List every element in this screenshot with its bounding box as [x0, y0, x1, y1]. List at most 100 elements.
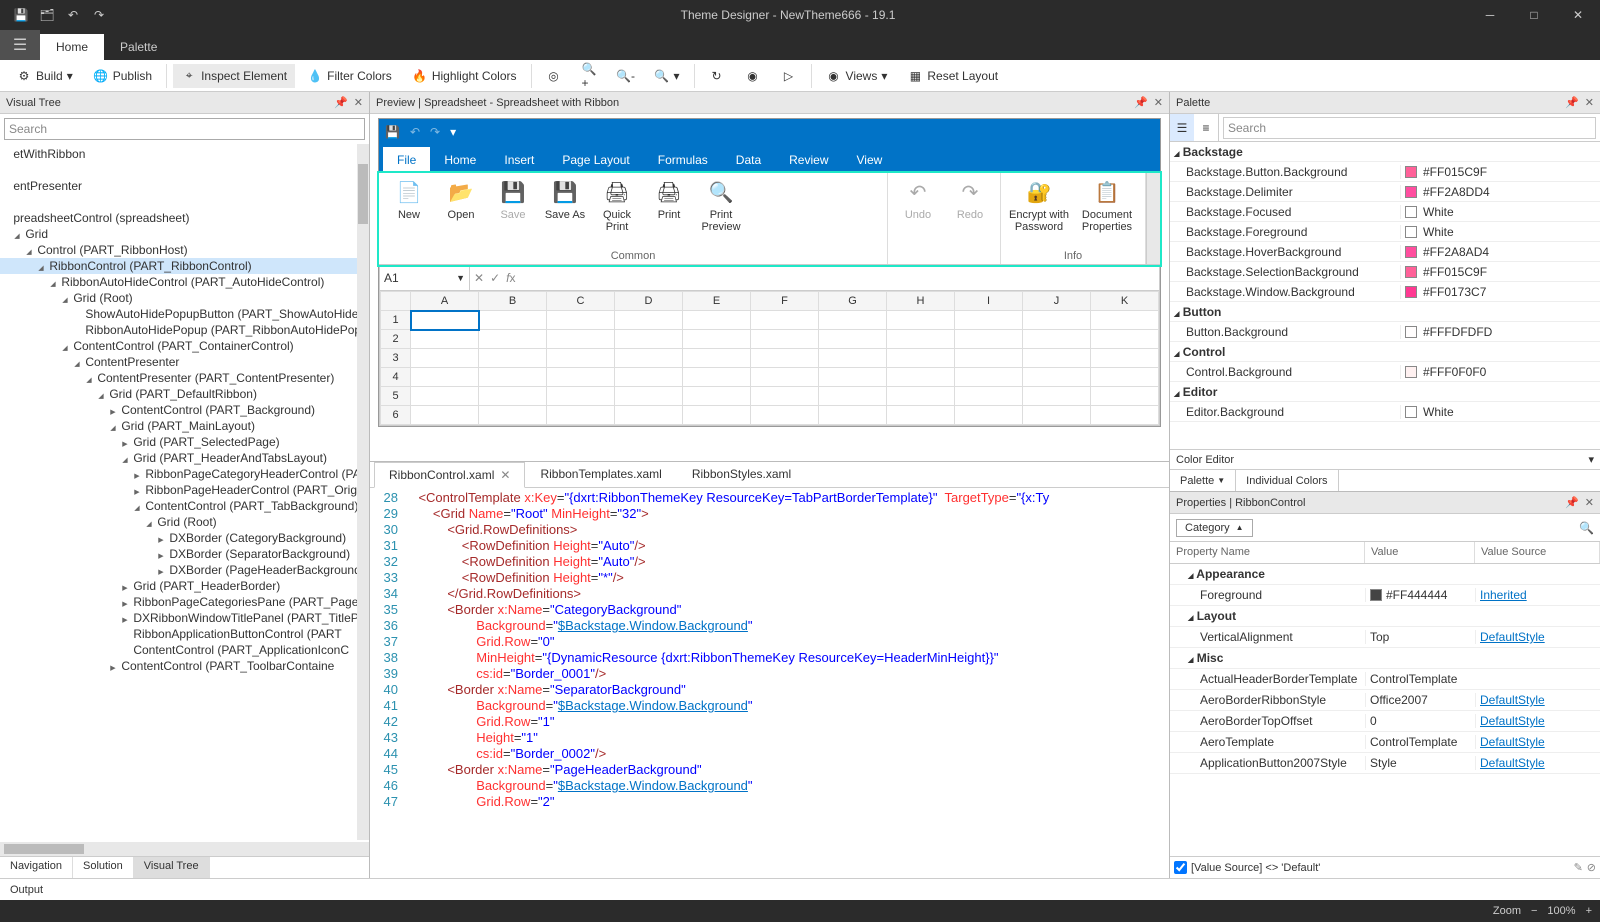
tree-scrollbar-v[interactable] [357, 144, 369, 828]
tree-node[interactable]: ContentPresenter [0, 354, 357, 370]
close-panel-icon[interactable]: ✕ [1154, 96, 1163, 109]
rbtn-print[interactable]: 🖨Print [645, 177, 693, 223]
rbtn-printpreview[interactable]: 🔍Print Preview [697, 177, 745, 235]
minimize-icon[interactable]: ─ [1468, 0, 1512, 30]
code-tab-1[interactable]: RibbonControl.xaml✕ [374, 462, 525, 488]
tree-node[interactable]: DXRibbonWindowTitlePanel (PART_TitleP [0, 610, 357, 626]
enter-icon[interactable]: ✓ [490, 271, 500, 285]
build-button[interactable]: ⚙Build▾ [8, 64, 81, 88]
highlight-colors-button[interactable]: 🔥Highlight Colors [404, 64, 525, 88]
play-icon[interactable]: ▷ [773, 64, 805, 88]
prop-row[interactable]: ApplicationButton2007StyleStyleDefaultSt… [1170, 753, 1600, 774]
record-icon[interactable]: ◉ [737, 64, 769, 88]
tab-visual-tree[interactable]: Visual Tree [134, 857, 210, 878]
rbtn-encrypt[interactable]: 🔐Encrypt with Password [1007, 177, 1071, 235]
preview-tab-data[interactable]: Data [722, 147, 775, 173]
rbtn-quickprint[interactable]: 🖨Quick Print [593, 177, 641, 235]
close-tab-icon[interactable]: ✕ [500, 468, 510, 482]
palette-search[interactable]: Search [1223, 117, 1596, 139]
tree-node[interactable]: ContentControl (PART_ApplicationIconC [0, 642, 357, 658]
zoom-dropdown[interactable]: 🔍▾ [646, 64, 688, 88]
qat-undo-icon[interactable]: ↶ [64, 6, 82, 24]
tree-node[interactable]: RibbonApplicationButtonControl (PART [0, 626, 357, 642]
preview-tab-home[interactable]: Home [430, 147, 490, 173]
tree-node[interactable]: preadsheetControl (spreadsheet) [0, 210, 357, 226]
close-panel-icon[interactable]: ✕ [354, 96, 363, 109]
footer-clear-icon[interactable]: ⊘ [1587, 861, 1596, 874]
rbtn-undo[interactable]: ↶Undo [894, 177, 942, 223]
tree-node[interactable]: RibbonPageHeaderControl (PART_Origi [0, 482, 357, 498]
palette-item[interactable]: Backstage.Button.Background#FF015C9F [1170, 162, 1600, 182]
prop-row[interactable]: AeroBorderRibbonStyleOffice2007DefaultSt… [1170, 690, 1600, 711]
prop-group[interactable]: Layout [1170, 606, 1600, 627]
tree-node[interactable]: Grid (PART_DefaultRibbon) [0, 386, 357, 402]
rbtn-new[interactable]: 📄New [385, 177, 433, 223]
prop-row[interactable]: AeroBorderTopOffset0DefaultStyle [1170, 711, 1600, 732]
code-editor[interactable]: 2829303132333435363738394041424344454647… [370, 488, 1169, 878]
palette-group[interactable]: Control [1170, 342, 1600, 362]
tree-node[interactable]: Control (PART_RibbonHost) [0, 242, 357, 258]
rbtn-docprops[interactable]: 📋Document Properties [1075, 177, 1139, 235]
preview-tab-file[interactable]: File [383, 147, 430, 173]
rbtn-open[interactable]: 📂Open [437, 177, 485, 223]
qat-redo-icon[interactable]: ↷ [90, 6, 108, 24]
color-editor-header[interactable]: Color Editor▾ [1170, 449, 1600, 469]
palette-list[interactable]: BackstageBackstage.Button.Background#FF0… [1170, 142, 1600, 449]
tree-node[interactable]: ContentControl (PART_ContainerControl) [0, 338, 357, 354]
tree-node[interactable]: RibbonControl (PART_RibbonControl) [0, 258, 357, 274]
tree-node[interactable]: Grid (PART_SelectedPage) [0, 434, 357, 450]
prop-row[interactable]: Foreground#FF444444Inherited [1170, 585, 1600, 606]
tree-node[interactable]: Grid (Root) [0, 514, 357, 530]
publish-button[interactable]: 🌐Publish [85, 64, 160, 88]
close-panel-icon[interactable]: ✕ [1585, 496, 1594, 509]
preview-tab-formulas[interactable]: Formulas [644, 147, 722, 173]
palette-item[interactable]: Backstage.Window.Background#FF0173C7 [1170, 282, 1600, 302]
tree-node[interactable]: Grid (Root) [0, 290, 357, 306]
fx-icon[interactable]: fx [506, 271, 515, 285]
palette-item[interactable]: Button.Background#FFFDFDFD [1170, 322, 1600, 342]
palette-grid-view-icon[interactable]: ≡ [1194, 114, 1218, 141]
palette-item[interactable]: Editor.BackgroundWhite [1170, 402, 1600, 422]
spreadsheet-grid[interactable]: ABCDEFGHIJK123456 [379, 291, 1160, 426]
tree-node[interactable]: ShowAutoHidePopupButton (PART_ShowAutoHi… [0, 306, 357, 322]
tree-node[interactable]: RibbonPageCategoriesPane (PART_Page [0, 594, 357, 610]
prop-group[interactable]: Appearance [1170, 564, 1600, 585]
palette-item[interactable]: Backstage.SelectionBackground#FF015C9F [1170, 262, 1600, 282]
footer-edit-icon[interactable]: ✎ [1574, 861, 1583, 874]
tree-node[interactable]: RibbonAutoHideControl (PART_AutoHideCont… [0, 274, 357, 290]
tree-node[interactable]: DXBorder (SeparatorBackground) [0, 546, 357, 562]
tool-icon-1[interactable]: ◎ [538, 64, 570, 88]
prop-row[interactable]: AeroTemplateControlTemplateDefaultStyle [1170, 732, 1600, 753]
props-search-icon[interactable]: 🔍 [1579, 521, 1594, 535]
tree-node[interactable]: DXBorder (CategoryBackground) [0, 530, 357, 546]
pin-icon[interactable]: 📌 [1565, 96, 1579, 109]
rbtn-redo[interactable]: ↷Redo [946, 177, 994, 223]
pin-icon[interactable]: 📌 [1565, 496, 1579, 509]
tab-home[interactable]: Home [40, 34, 104, 60]
palette-group[interactable]: Backstage [1170, 142, 1600, 162]
preview-redo-icon[interactable]: ↷ [430, 125, 440, 139]
tree-node[interactable]: ContentControl (PART_ToolbarContaine [0, 658, 357, 674]
preview-tab-review[interactable]: Review [775, 147, 842, 173]
visual-tree[interactable]: etWithRibbon entPresenter preadsheetCont… [0, 144, 369, 842]
tree-node[interactable] [0, 162, 357, 178]
tree-node[interactable]: RibbonAutoHidePopup (PART_RibbonAutoHide… [0, 322, 357, 338]
filter-checkbox[interactable] [1174, 861, 1187, 874]
zoom-in-button[interactable]: + [1586, 905, 1592, 917]
tab-solution[interactable]: Solution [73, 857, 134, 878]
pin-icon[interactable]: 📌 [334, 96, 348, 109]
formula-bar[interactable]: ✕✓fx [470, 271, 1159, 285]
prop-row[interactable]: ActualHeaderBorderTemplateControlTemplat… [1170, 669, 1600, 690]
qat-saveall-icon[interactable]: 🗂 [38, 6, 56, 24]
output-tab[interactable]: Output [0, 881, 53, 899]
zoom-out-icon[interactable]: 🔍- [610, 64, 642, 88]
filter-colors-button[interactable]: 💧Filter Colors [299, 64, 400, 88]
tab-palette[interactable]: Palette [104, 34, 173, 60]
code-tab-3[interactable]: RibbonStyles.xaml [677, 461, 806, 487]
tree-node[interactable]: Grid (PART_HeaderAndTabsLayout) [0, 450, 357, 466]
prop-row[interactable]: VerticalAlignmentTopDefaultStyle [1170, 627, 1600, 648]
tree-node[interactable]: ContentPresenter (PART_ContentPresenter) [0, 370, 357, 386]
preview-tab-insert[interactable]: Insert [490, 147, 548, 173]
preview-save-icon[interactable]: 💾 [385, 125, 400, 139]
palette-mode-palette[interactable]: Palette ▼ [1170, 470, 1236, 491]
